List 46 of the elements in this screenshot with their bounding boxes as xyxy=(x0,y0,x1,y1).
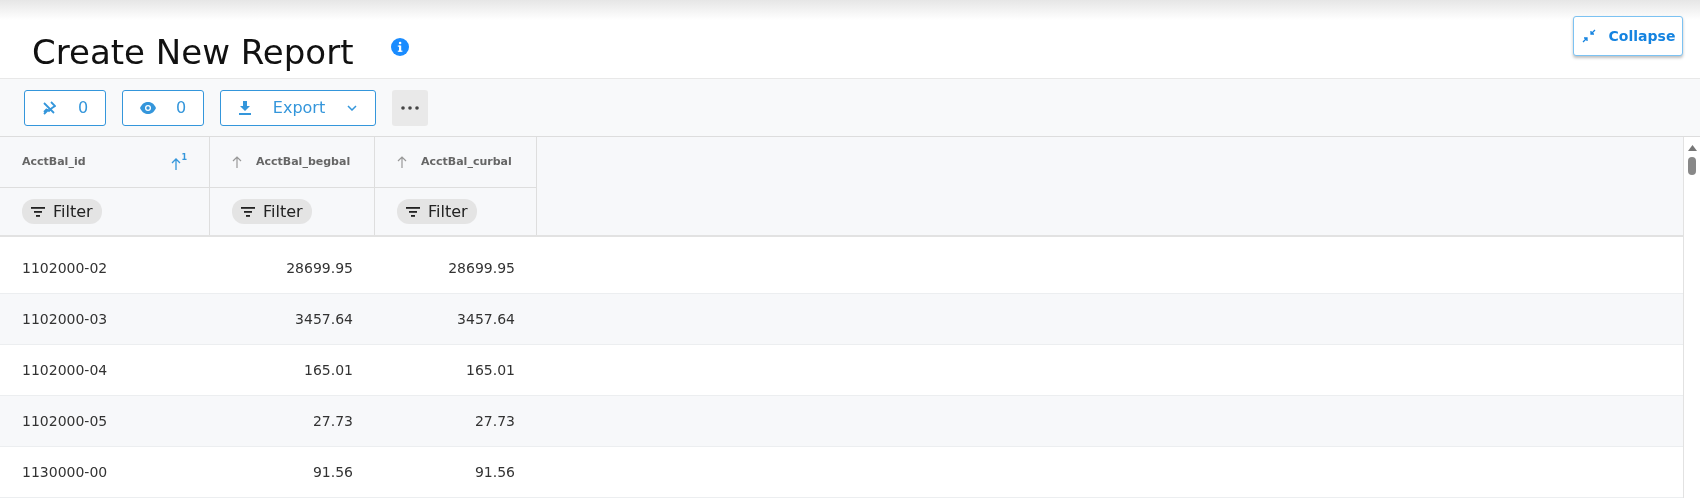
sort-order: 1 xyxy=(181,154,187,162)
table-cell-text: 1102000-04 xyxy=(21,360,109,380)
eye-icon xyxy=(139,101,156,114)
export-button[interactable]: Export xyxy=(220,89,376,126)
table-cell-text: 165.01 xyxy=(303,360,354,380)
column-label: AcctBal_id xyxy=(22,153,86,170)
download-icon xyxy=(239,100,251,115)
table-cell-text: 27.73 xyxy=(473,411,516,431)
sort-icon[interactable] xyxy=(397,156,407,168)
filter-icon xyxy=(31,206,45,217)
table-cell-text: 1102000-02 xyxy=(21,258,109,278)
scrollbar-thumb[interactable] xyxy=(1688,157,1696,175)
pin-off-icon xyxy=(41,100,56,115)
more-button[interactable] xyxy=(392,89,428,126)
filter-icon xyxy=(406,206,420,217)
table-cell-text: 91.56 xyxy=(473,462,516,482)
column-label: AcctBal_begbal xyxy=(256,153,351,170)
column-label: AcctBal_curbal xyxy=(421,153,512,170)
table-cell-text: 1130000-00 xyxy=(21,462,109,482)
column-header[interactable]: AcctBal_id 1 xyxy=(0,137,209,188)
pinned-button[interactable]: 0 xyxy=(24,89,106,126)
filter-button[interactable]: Filter xyxy=(397,199,477,224)
caret-icon xyxy=(347,104,357,111)
sort-icon[interactable] xyxy=(232,156,242,168)
sort-ascending-icon[interactable] xyxy=(171,158,182,170)
filter-icon xyxy=(241,206,255,217)
collapse-button[interactable]: Collapse xyxy=(1573,16,1683,56)
more-icon xyxy=(401,105,419,110)
table-cell-text: 3457.64 xyxy=(456,309,516,329)
filter-button[interactable]: Filter xyxy=(232,199,312,224)
table-cell-text: 1102000-03 xyxy=(21,309,109,329)
filter-button[interactable]: Filter xyxy=(22,199,102,224)
page-title: Create New Report xyxy=(32,31,354,74)
column-header[interactable]: AcctBal_begbal xyxy=(210,137,374,188)
collapse-icon xyxy=(1580,28,1597,44)
scroll-up-icon[interactable] xyxy=(1687,145,1697,151)
table-cell-text: 91.56 xyxy=(311,462,354,482)
column-header[interactable]: AcctBal_curbal xyxy=(375,137,536,188)
table-cell-text: 165.01 xyxy=(465,360,516,380)
table-cell-text: 28699.95 xyxy=(447,258,516,278)
table-cell-text: 3457.64 xyxy=(294,309,354,329)
info-icon[interactable] xyxy=(391,38,410,56)
table-cell-text: 28699.95 xyxy=(285,258,354,278)
table-cell-text: 27.73 xyxy=(311,411,354,431)
visible-button[interactable]: 0 xyxy=(122,89,204,126)
table-cell-text: 1102000-05 xyxy=(21,411,109,431)
